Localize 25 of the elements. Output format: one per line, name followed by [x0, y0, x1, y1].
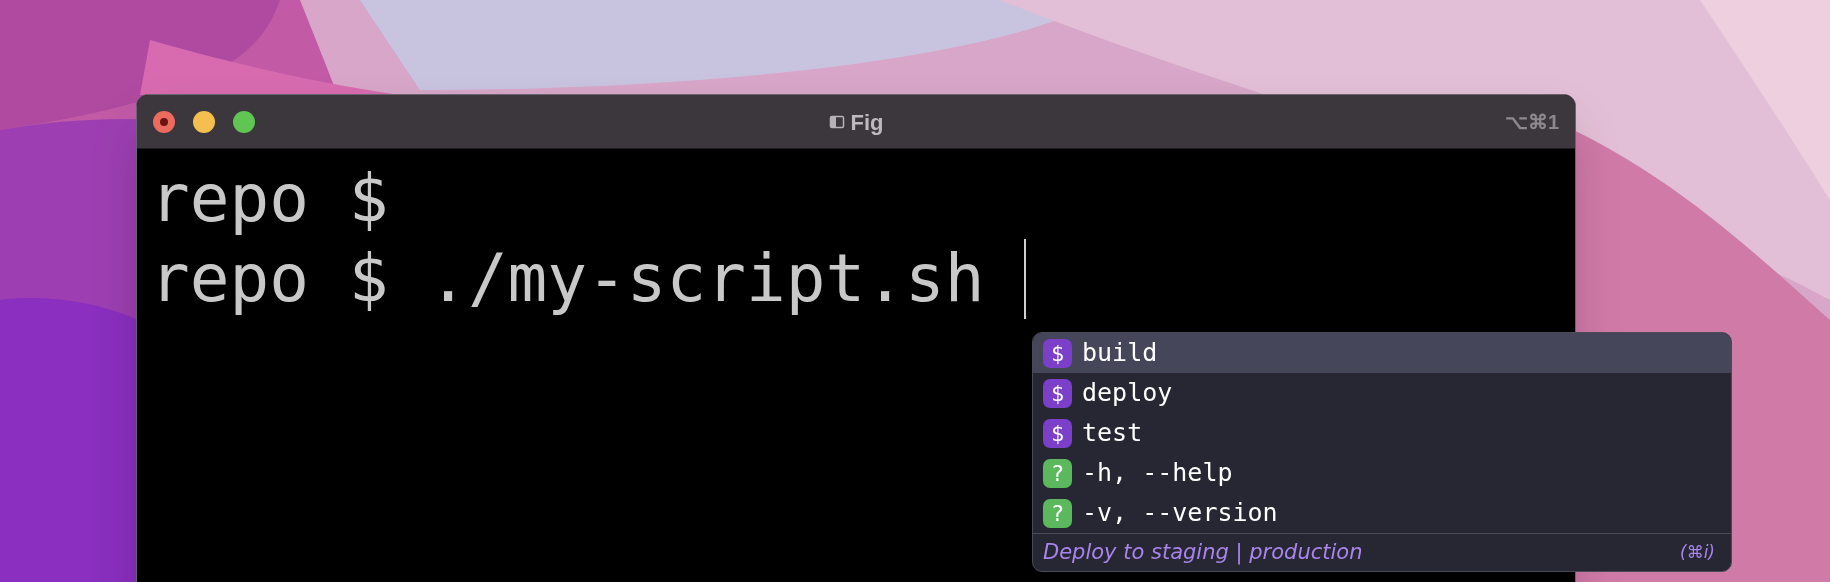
- zoom-button[interactable]: [233, 110, 255, 133]
- suggestion-label: build: [1082, 337, 1158, 370]
- window-title: Fig: [850, 108, 884, 137]
- shortcut-hint: (⌘i): [1680, 540, 1716, 564]
- suggestion-item[interactable]: $ build: [1033, 333, 1731, 373]
- terminal-line: repo $: [150, 159, 389, 239]
- sidebar-icon: [828, 114, 845, 130]
- shortcut-label: ⌥⌘1: [1504, 109, 1559, 135]
- suggestion-label: -v, --version: [1082, 497, 1278, 530]
- suggestion-item[interactable]: $ test: [1033, 413, 1731, 453]
- terminal-line: repo $ ./my-script.sh: [150, 239, 985, 319]
- description-text: Deploy to staging | production: [1043, 538, 1363, 567]
- suggestion-type-icon: $: [1043, 378, 1072, 408]
- suggestion-type-icon: $: [1043, 418, 1072, 448]
- suggestion-item[interactable]: ? -h, --help: [1033, 453, 1731, 493]
- suggestion-type-icon: ?: [1043, 498, 1072, 528]
- suggestion-item[interactable]: $ deploy: [1033, 373, 1731, 413]
- close-button[interactable]: [153, 110, 175, 133]
- minimize-button[interactable]: [193, 110, 215, 133]
- suggestion-label: deploy: [1082, 377, 1173, 410]
- suggestion-label: -h, --help: [1082, 457, 1233, 490]
- suggestion-type-icon: $: [1043, 338, 1072, 368]
- suggestion-type-icon: ?: [1043, 458, 1072, 488]
- suggestion-label: test: [1082, 417, 1143, 450]
- suggestion-item[interactable]: ? -v, --version: [1033, 493, 1731, 533]
